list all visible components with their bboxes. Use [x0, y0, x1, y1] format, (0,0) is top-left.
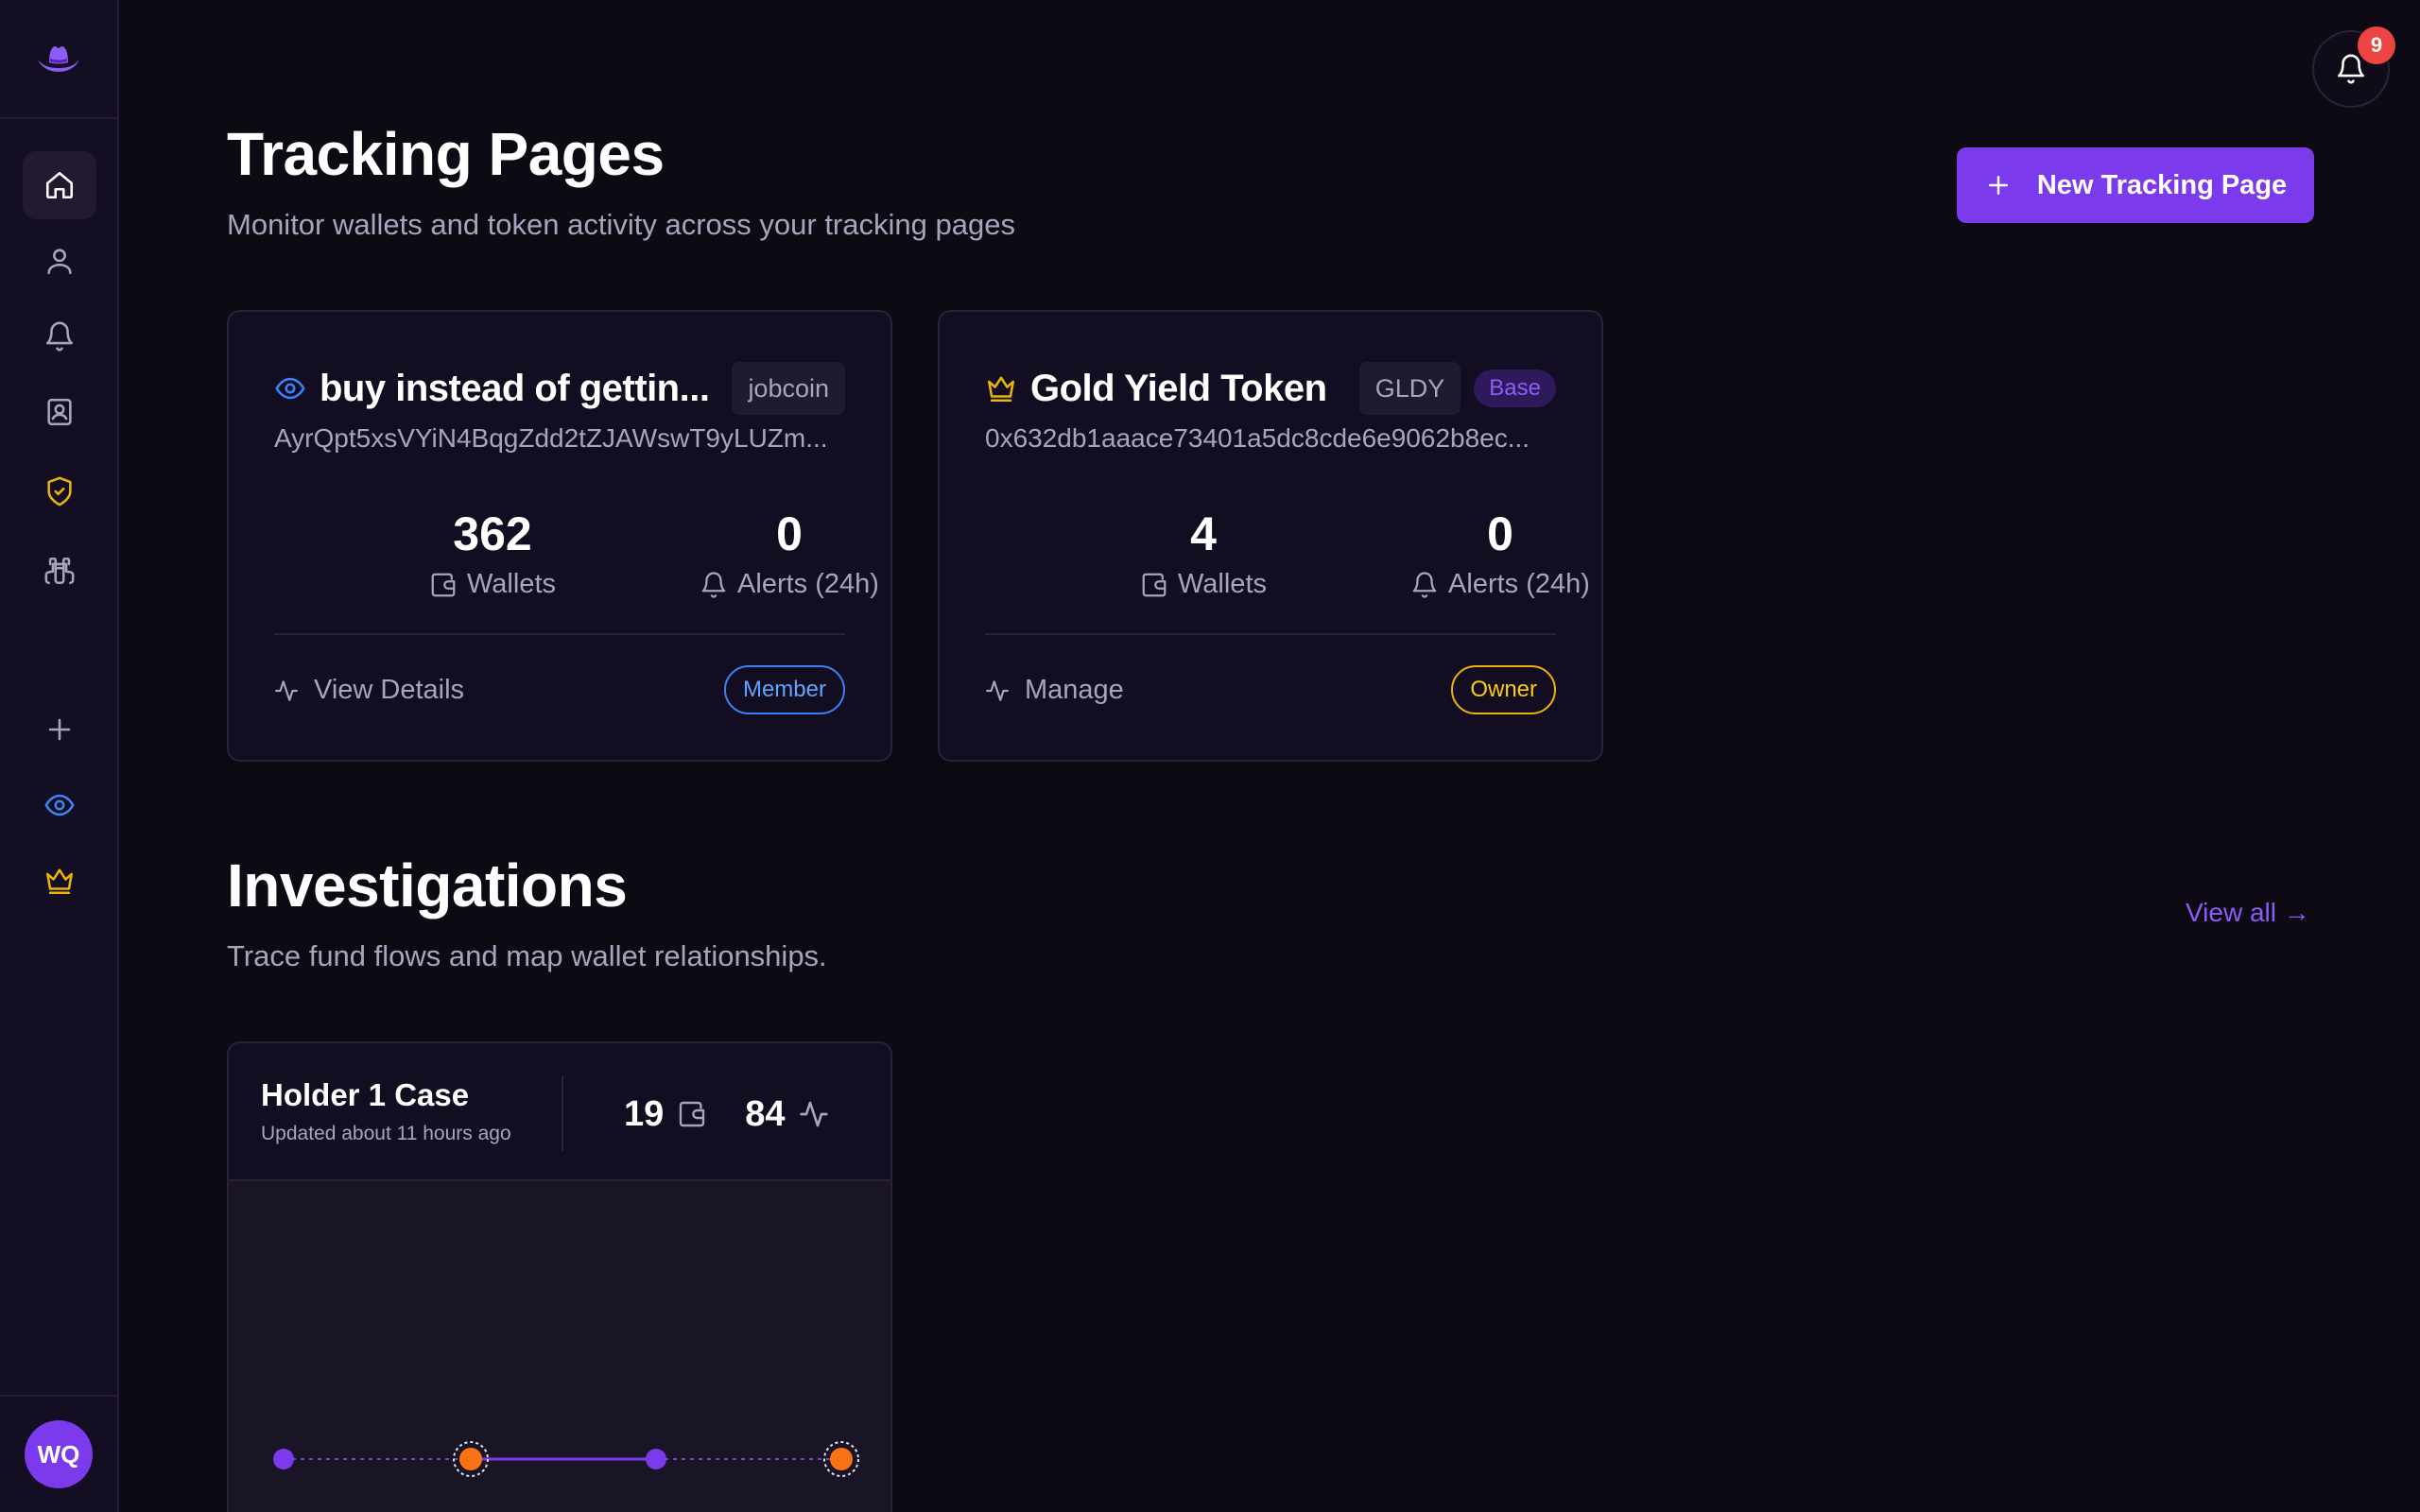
alerts-stat: 0 Alerts (24h): [1354, 507, 1647, 600]
plus-icon: [48, 718, 71, 741]
manage-label: Manage: [1025, 675, 1124, 705]
shield-check-icon: [47, 476, 72, 507]
wallets-count: 4: [1190, 507, 1217, 560]
owner-badge: Owner: [1451, 665, 1556, 714]
investigation-card[interactable]: Holder 1 Case Updated about 11 hours ago…: [227, 1041, 892, 1512]
token-chip: jobcoin: [732, 362, 845, 415]
wallets-stat: 362 Wallets: [346, 507, 639, 600]
crown-icon: [45, 868, 74, 895]
contact-book-icon: [47, 398, 72, 426]
nav-profile[interactable]: [23, 227, 96, 295]
graph-node: [830, 1448, 853, 1470]
new-tracking-page-label: New Tracking Page: [2036, 169, 2288, 200]
wallets-label: Wallets: [467, 569, 556, 599]
wallets-label: Wallets: [1178, 569, 1267, 599]
plus-icon: [1988, 176, 2008, 195]
case-updated: Updated about 11 hours ago: [261, 1123, 511, 1144]
activity-icon: [986, 679, 1009, 701]
nav-contacts[interactable]: [23, 378, 96, 446]
tracking-card-title: buy instead of gettin...: [320, 367, 710, 409]
wallet-icon: [431, 573, 456, 596]
bell-icon: [701, 571, 726, 598]
graph-node: [646, 1449, 666, 1469]
investigations-title: Investigations: [227, 851, 628, 919]
graph-node: [273, 1449, 294, 1469]
tracking-card[interactable]: Gold Yield Token GLDY Base 0x632db1aaace…: [938, 310, 1603, 762]
alerts-label: Alerts (24h): [1448, 569, 1590, 599]
view-details-label: View Details: [314, 675, 465, 705]
tracking-pages-title: Tracking Pages: [227, 120, 665, 188]
case-counts: 19 84: [624, 1089, 829, 1140]
card-divider: [274, 633, 845, 635]
flow-graph-preview: [273, 1441, 859, 1477]
notifications-button[interactable]: 9: [2312, 26, 2395, 108]
sidebar-footer: WQ: [0, 1395, 117, 1512]
nav-add[interactable]: [23, 696, 96, 764]
alerts-count: 0: [1487, 507, 1513, 560]
home-icon: [45, 171, 74, 199]
graph-node: [459, 1448, 482, 1470]
nav-home[interactable]: [23, 151, 96, 219]
header-divider: [562, 1075, 563, 1151]
activity-icon: [275, 679, 298, 701]
case-title: Holder 1 Case: [261, 1077, 470, 1112]
alerts-stat: 0 Alerts (24h): [643, 507, 936, 600]
alerts-label: Alerts (24h): [737, 569, 879, 599]
token-address: AyrQpt5xsVYiN4BqgZdd2tZJAWswT9yLUZm...: [274, 423, 828, 453]
new-tracking-page-button[interactable]: New Tracking Page: [1957, 147, 2314, 223]
alerts-count: 0: [776, 507, 803, 560]
app-logo[interactable]: [0, 0, 117, 119]
token-address: 0x632db1aaace73401a5dc8cde6e9062b8ec...: [985, 423, 1530, 453]
nav-tracking-owner[interactable]: [23, 847, 96, 915]
eye-icon: [275, 377, 305, 400]
wallets-stat: 4 Wallets: [1057, 507, 1350, 600]
bell-icon: [45, 321, 74, 352]
bell-icon: [1412, 571, 1437, 598]
tracking-card-header: buy instead of gettin... jobcoin: [274, 361, 845, 416]
wallet-icon: [680, 1101, 705, 1127]
nav-watch[interactable]: [23, 537, 96, 605]
member-badge: Member: [723, 665, 845, 714]
tracking-pages-subtitle: Monitor wallets and token activity acros…: [227, 208, 1015, 241]
crown-icon: [987, 376, 1015, 403]
nav-alerts[interactable]: [23, 302, 96, 370]
eye-icon: [44, 794, 75, 816]
tracking-card[interactable]: buy instead of gettin... jobcoin AyrQpt5…: [227, 310, 892, 762]
cowboy-hat-logo-icon: [38, 46, 79, 72]
token-chip: GLDY: [1358, 362, 1461, 415]
nav-tracking-member[interactable]: [23, 771, 96, 839]
tracking-card-title: Gold Yield Token: [1030, 367, 1327, 409]
network-badge: Base: [1474, 369, 1556, 407]
sidebar: WQ: [0, 0, 119, 1512]
card-divider: [985, 633, 1556, 635]
view-details-link[interactable]: View Details: [274, 675, 464, 706]
wallets-count: 362: [453, 507, 532, 560]
case-activity-count: 84: [745, 1093, 786, 1134]
investigations-subtitle: Trace fund flows and map wallet relation…: [227, 939, 827, 972]
user-icon: [47, 249, 72, 275]
tracking-card-header: Gold Yield Token GLDY Base: [985, 361, 1556, 416]
investigation-card-header: Holder 1 Case Updated about 11 hours ago…: [229, 1043, 890, 1181]
manage-link[interactable]: Manage: [985, 675, 1124, 706]
activity-icon: [799, 1101, 828, 1127]
binoculars-icon: [44, 557, 75, 585]
wallet-icon: [1142, 573, 1167, 596]
avatar[interactable]: WQ: [25, 1420, 93, 1488]
case-wallets-count: 19: [624, 1093, 665, 1134]
view-all-link[interactable]: View all →: [2186, 898, 2310, 928]
notification-count-badge: 9: [2358, 26, 2395, 64]
nav-security[interactable]: [23, 457, 96, 525]
